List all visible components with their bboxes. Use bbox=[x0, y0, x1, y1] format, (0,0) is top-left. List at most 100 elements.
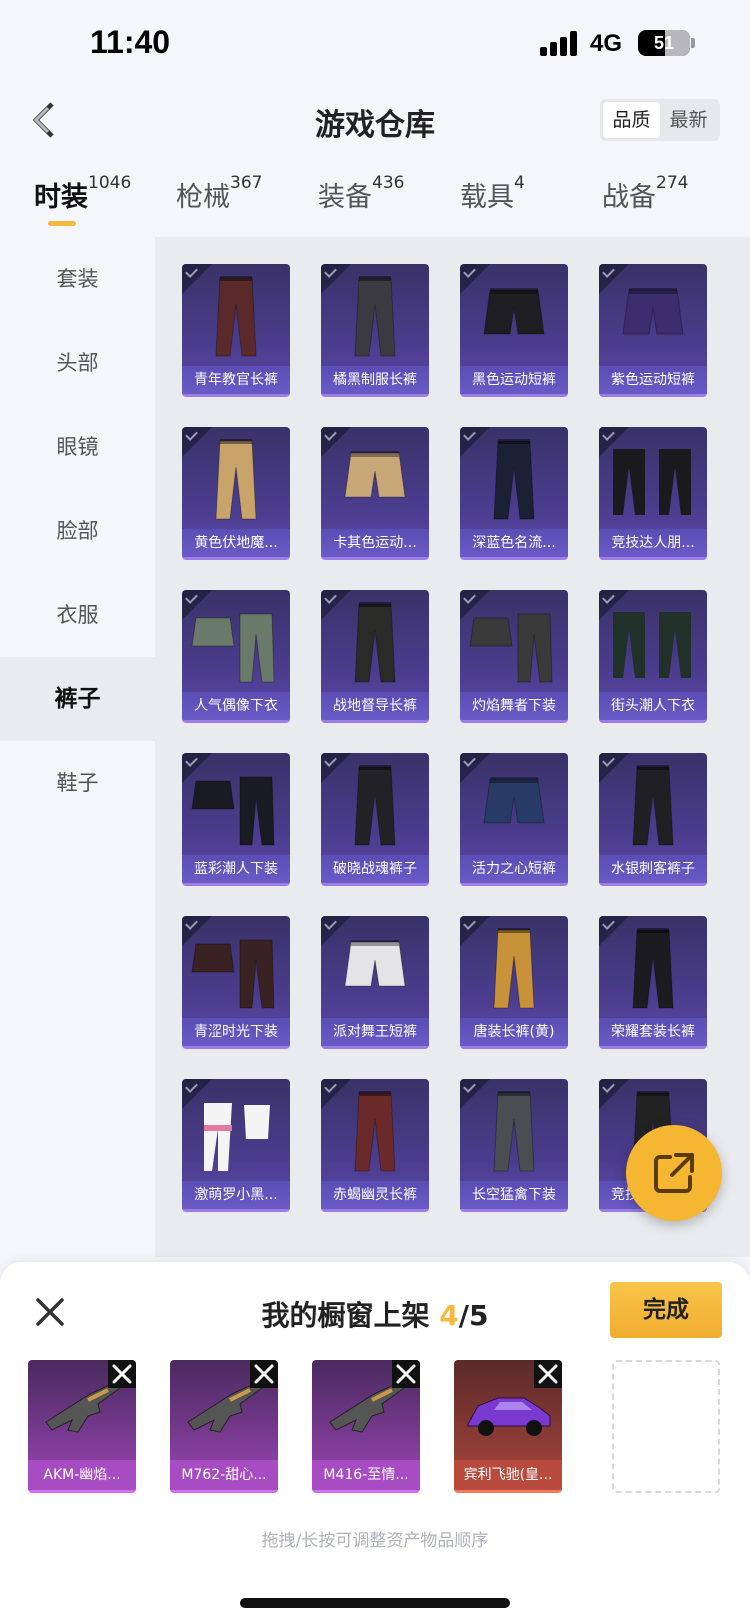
item-card[interactable]: 人气偶像下衣 bbox=[182, 590, 290, 723]
home-indicator bbox=[240, 1598, 510, 1608]
item-card[interactable]: 赤蝎幽灵长裤 bbox=[321, 1079, 429, 1212]
select-check-icon[interactable] bbox=[182, 1079, 212, 1109]
remove-slot-button[interactable] bbox=[250, 1360, 278, 1388]
tab-label: 装备 bbox=[318, 182, 372, 213]
showcase-item-name: M416-至情... bbox=[312, 1460, 420, 1490]
tab-count: 367 bbox=[230, 173, 263, 193]
item-card[interactable]: 派对舞王短裤 bbox=[321, 916, 429, 1049]
showcase-panel: 我的橱窗上架 4/5 完成 AKM-幽焰... M762-甜心... M416-至情… bbox=[0, 1262, 750, 1623]
item-card[interactable]: 长空猛禽下装 bbox=[460, 1079, 568, 1212]
select-check-icon[interactable] bbox=[599, 753, 629, 783]
item-card[interactable]: 破晓战魂裤子 bbox=[321, 753, 429, 886]
select-check-icon[interactable] bbox=[321, 1079, 351, 1109]
select-check-icon[interactable] bbox=[182, 753, 212, 783]
item-card[interactable]: 灼焰舞者下装 bbox=[460, 590, 568, 723]
select-check-icon[interactable] bbox=[321, 590, 351, 620]
select-check-icon[interactable] bbox=[321, 916, 351, 946]
tab-fashion[interactable]: 时装1046 bbox=[34, 173, 131, 231]
select-check-icon[interactable] bbox=[460, 1079, 490, 1109]
item-card[interactable]: 激萌罗小黑... bbox=[182, 1079, 290, 1212]
item-name: 蓝彩潮人下装 bbox=[182, 855, 290, 883]
shelf-hint: 拖拽/长按可调整资产物品顺序 bbox=[261, 1531, 489, 1551]
select-check-icon[interactable] bbox=[321, 264, 351, 294]
sidebar-item-suits[interactable]: 套装 bbox=[0, 237, 155, 321]
item-card[interactable]: 深蓝色名流... bbox=[460, 427, 568, 560]
select-check-icon[interactable] bbox=[599, 264, 629, 294]
item-card[interactable]: 水银刺客裤子 bbox=[599, 753, 707, 886]
select-check-icon[interactable] bbox=[599, 916, 629, 946]
sidebar-item-face[interactable]: 脸部 bbox=[0, 489, 155, 573]
status-time: 11:40 bbox=[90, 24, 171, 60]
item-card[interactable]: 荣耀套装长裤 bbox=[599, 916, 707, 1049]
item-card[interactable]: 竞技达人朋... bbox=[599, 427, 707, 560]
showcase-item-name: M762-甜心... bbox=[170, 1460, 278, 1490]
select-check-icon[interactable] bbox=[182, 264, 212, 294]
item-card[interactable]: 青年教官长裤 bbox=[182, 264, 290, 397]
battery-tip bbox=[691, 38, 695, 48]
battery-icon: 51 bbox=[638, 30, 690, 56]
select-check-icon[interactable] bbox=[321, 753, 351, 783]
item-card[interactable]: 活力之心短裤 bbox=[460, 753, 568, 886]
item-card[interactable]: 黄色伏地魔... bbox=[182, 427, 290, 560]
tab-vehicles[interactable]: 载具4 bbox=[460, 173, 525, 231]
item-name: 唐装长裤(黄) bbox=[460, 1018, 568, 1046]
item-card[interactable]: 战地督导长裤 bbox=[321, 590, 429, 723]
item-card[interactable]: 唐装长裤(黄) bbox=[460, 916, 568, 1049]
showcase-slot[interactable]: 宾利飞驰(皇... bbox=[454, 1360, 562, 1493]
done-button[interactable]: 完成 bbox=[610, 1282, 722, 1338]
showcase-slot[interactable]: AKM-幽焰... bbox=[28, 1360, 136, 1493]
battery-level: 51 bbox=[653, 33, 675, 53]
item-name: 青涩时光下装 bbox=[182, 1018, 290, 1046]
item-name: 黄色伏地魔... bbox=[182, 529, 290, 557]
select-check-icon[interactable] bbox=[182, 427, 212, 457]
share-icon bbox=[654, 1153, 694, 1193]
select-check-icon[interactable] bbox=[182, 590, 212, 620]
select-check-icon[interactable] bbox=[460, 264, 490, 294]
showcase-slot[interactable]: M762-甜心... bbox=[170, 1360, 278, 1493]
sidebar-item-head[interactable]: 头部 bbox=[0, 321, 155, 405]
select-check-icon[interactable] bbox=[460, 916, 490, 946]
select-check-icon[interactable] bbox=[599, 1079, 629, 1109]
select-check-icon[interactable] bbox=[321, 427, 351, 457]
remove-slot-button[interactable] bbox=[534, 1360, 562, 1388]
tab-supplies[interactable]: 战备274 bbox=[602, 173, 688, 231]
empty-shelf-slot[interactable] bbox=[612, 1360, 720, 1493]
close-icon bbox=[112, 1364, 132, 1384]
sort-quality-button[interactable]: 品质 bbox=[603, 102, 660, 138]
item-card[interactable]: 青涩时光下装 bbox=[182, 916, 290, 1049]
item-card[interactable]: 紫色运动短裤 bbox=[599, 264, 707, 397]
sort-newest-button[interactable]: 最新 bbox=[660, 102, 717, 138]
item-card[interactable]: 黑色运动短裤 bbox=[460, 264, 568, 397]
item-name: 街头潮人下衣 bbox=[599, 692, 707, 720]
tab-count: 4 bbox=[514, 173, 525, 193]
sidebar-item-shoes[interactable]: 鞋子 bbox=[0, 741, 155, 825]
item-card[interactable]: 卡其色运动... bbox=[321, 427, 429, 560]
showcase-slot[interactable]: M416-至情... bbox=[312, 1360, 420, 1493]
sidebar-item-glasses[interactable]: 眼镜 bbox=[0, 405, 155, 489]
item-name: 赤蝎幽灵长裤 bbox=[321, 1181, 429, 1209]
category-tabs: 时装1046 枪械367 装备436 载具4 战备274 bbox=[0, 173, 750, 235]
tab-guns[interactable]: 枪械367 bbox=[176, 173, 263, 231]
item-name: 荣耀套装长裤 bbox=[599, 1018, 707, 1046]
select-check-icon[interactable] bbox=[460, 427, 490, 457]
remove-slot-button[interactable] bbox=[108, 1360, 136, 1388]
item-name: 派对舞王短裤 bbox=[321, 1018, 429, 1046]
remove-slot-button[interactable] bbox=[392, 1360, 420, 1388]
sidebar-item-pants[interactable]: 裤子 bbox=[0, 657, 155, 741]
select-check-icon[interactable] bbox=[460, 590, 490, 620]
select-check-icon[interactable] bbox=[182, 916, 212, 946]
tab-label: 枪械 bbox=[176, 182, 230, 213]
network-type: 4G bbox=[590, 30, 623, 57]
item-name: 人气偶像下衣 bbox=[182, 692, 290, 720]
tab-equipment[interactable]: 装备436 bbox=[318, 173, 404, 231]
share-button[interactable] bbox=[626, 1125, 722, 1221]
item-card[interactable]: 蓝彩潮人下装 bbox=[182, 753, 290, 886]
sidebar-item-clothes[interactable]: 衣服 bbox=[0, 573, 155, 657]
select-check-icon[interactable] bbox=[460, 753, 490, 783]
item-name: 黑色运动短裤 bbox=[460, 366, 568, 394]
item-card[interactable]: 橘黑制服长裤 bbox=[321, 264, 429, 397]
item-card[interactable]: 街头潮人下衣 bbox=[599, 590, 707, 723]
select-check-icon[interactable] bbox=[599, 590, 629, 620]
showcase-item-name: AKM-幽焰... bbox=[28, 1460, 136, 1490]
select-check-icon[interactable] bbox=[599, 427, 629, 457]
